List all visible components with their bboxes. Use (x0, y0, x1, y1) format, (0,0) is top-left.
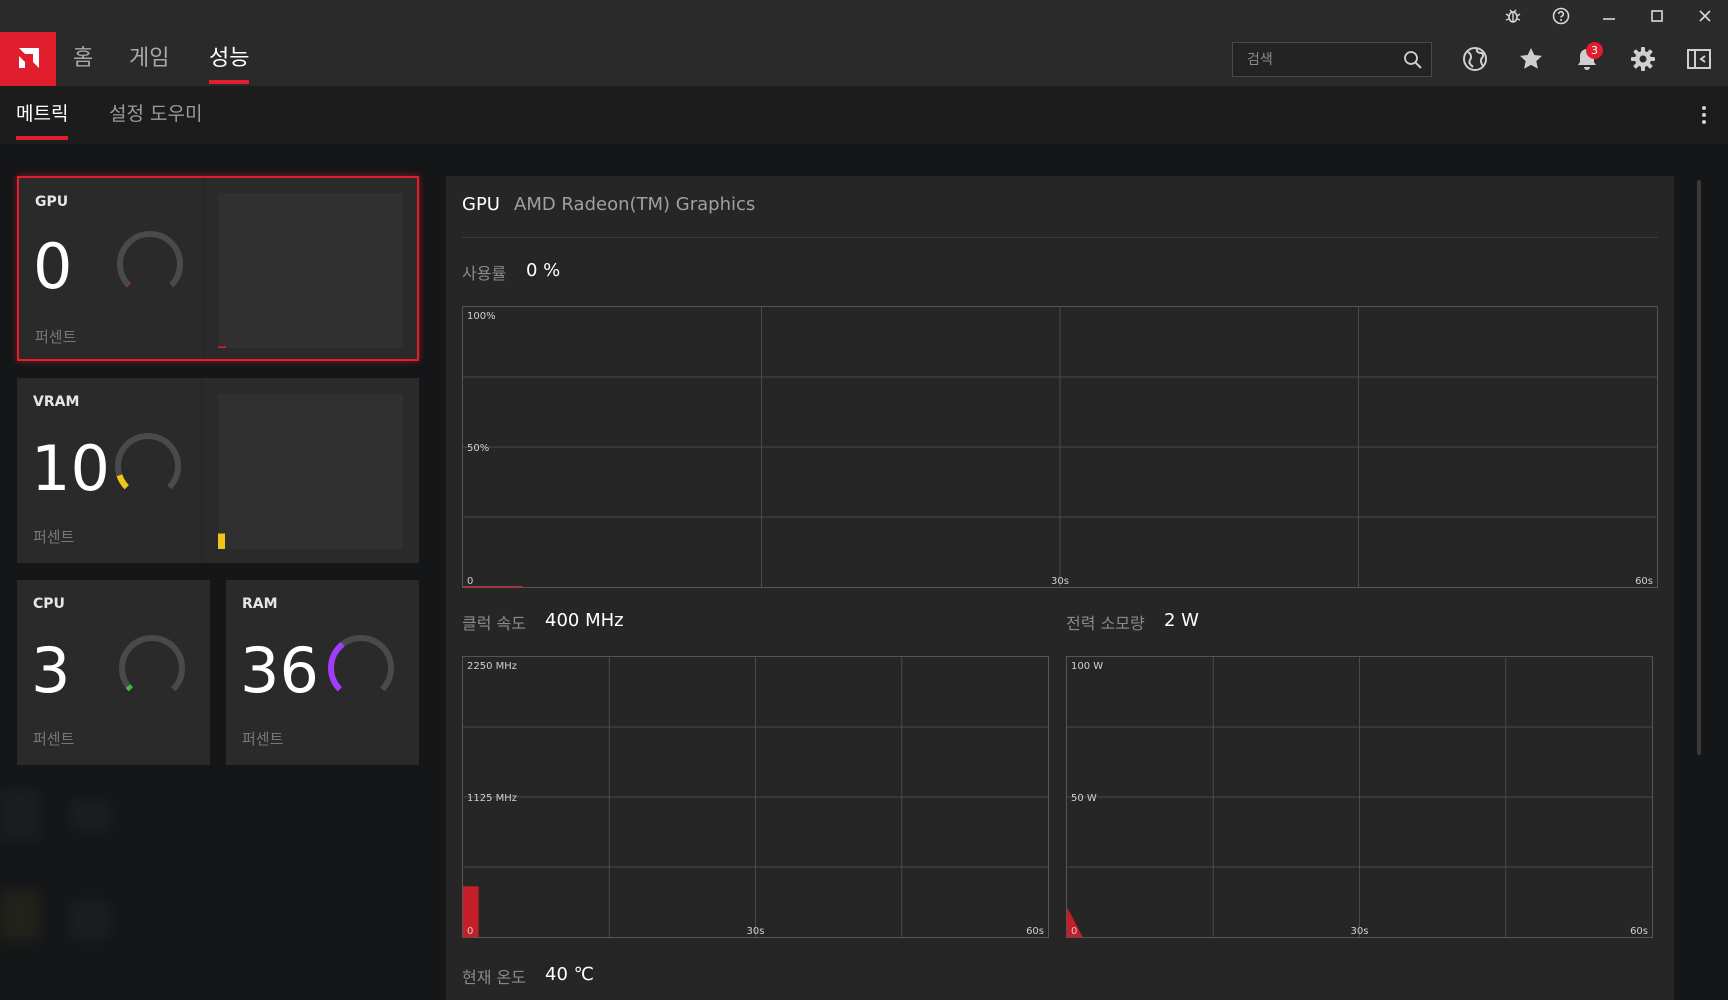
y-tick-label: 50 W (1071, 793, 1097, 804)
subtab-metrics[interactable]: 메트릭 (16, 86, 69, 144)
sidebar-panel-icon[interactable] (1681, 41, 1717, 77)
usage-value: 0 % (526, 260, 561, 281)
y-tick-label: 100 W (1071, 661, 1103, 672)
card-unit: 퍼센트 (33, 528, 75, 546)
clock-speed-chart: 2250 MHz 1125 MHz 0 30s 60s (462, 656, 1049, 938)
chart-svg: 100% 50% 0 30s 60s (463, 307, 1657, 587)
usage-gauge (115, 433, 181, 490)
gpu-detail-panel: GPU AMD Radeon(TM) Graphics 사용률 0 % 100%… (446, 176, 1674, 1000)
metric-card-ram[interactable]: RAM 36 퍼센트 (226, 580, 419, 765)
x-tick-label: 30s (747, 926, 765, 937)
maximize-icon[interactable] (1641, 4, 1673, 28)
gauge-track (117, 231, 183, 288)
card-label: CPU (33, 596, 65, 612)
clock-speed-label: 클럭 속도 (462, 614, 526, 633)
y-tick-label: 100% (467, 311, 496, 322)
settings-gear-icon[interactable] (1625, 41, 1661, 77)
search-icon[interactable] (1403, 50, 1423, 74)
gauge-track (119, 635, 185, 692)
bug-report-icon[interactable] (1497, 4, 1529, 28)
card-unit: 퍼센트 (242, 730, 284, 748)
panel-title: GPU (462, 194, 500, 215)
chart-svg: 100 W 50 W 0 30s 60s (1067, 657, 1652, 937)
mini-chart-svg (218, 346, 226, 348)
y-tick-label: 0 (467, 926, 473, 937)
card-label: GPU (35, 194, 69, 210)
temperature-value: 40 ℃ (545, 964, 594, 985)
clock-speed-value: 400 MHz (545, 610, 624, 631)
gpu-model-name: AMD Radeon(TM) Graphics (514, 194, 756, 215)
gauge-fill (125, 684, 133, 692)
card-value: 10 (31, 432, 110, 505)
power-consumption-value: 2 W (1164, 610, 1199, 631)
mini-chart-svg (218, 533, 225, 549)
card-label: RAM (242, 596, 278, 612)
background-decoration (0, 790, 40, 840)
background-decoration (70, 800, 110, 830)
card-divider (203, 178, 204, 359)
minimize-icon[interactable] (1593, 4, 1625, 28)
chart-svg: 2250 MHz 1125 MHz 0 30s 60s (463, 657, 1048, 937)
x-tick-label: 60s (1635, 576, 1653, 587)
panel-divider (462, 237, 1658, 238)
card-divider (201, 378, 202, 563)
card-label: VRAM (33, 394, 80, 410)
card-unit: 퍼센트 (35, 328, 77, 346)
nav-tab-home[interactable]: 홈 (73, 32, 93, 86)
mini-chart-bar (218, 533, 225, 549)
help-icon[interactable] (1545, 4, 1577, 28)
panel-scrollbar[interactable] (1697, 180, 1701, 755)
gauge-fill (116, 474, 130, 490)
power-consumption-label: 전력 소모량 (1066, 614, 1145, 633)
y-tick-label: 1125 MHz (467, 793, 517, 804)
power-consumption-chart: 100 W 50 W 0 30s 60s (1066, 656, 1653, 938)
metric-card-cpu[interactable]: CPU 3 퍼센트 (17, 580, 210, 765)
more-options-icon[interactable] (1700, 104, 1708, 126)
y-tick-label: 0 (1071, 926, 1077, 937)
y-tick-label: 2250 MHz (467, 661, 517, 672)
x-tick-label: 60s (1630, 926, 1648, 937)
card-value: 36 (240, 634, 319, 707)
favorites-star-icon[interactable] (1513, 41, 1549, 77)
nav-tab-performance[interactable]: 성능 (209, 32, 250, 86)
gauge-track (115, 433, 181, 490)
temperature-label: 현재 온도 (462, 968, 526, 987)
usage-gauge (117, 231, 183, 288)
nav-tab-games[interactable]: 게임 (129, 32, 169, 86)
subtab-settings-assistant[interactable]: 설정 도우미 (109, 86, 202, 144)
x-tick-label: 60s (1026, 926, 1044, 937)
close-icon[interactable] (1689, 4, 1721, 28)
x-tick-label: 30s (1351, 926, 1369, 937)
globe-icon[interactable] (1457, 41, 1493, 77)
x-tick-label: 30s (1051, 576, 1069, 587)
main-nav: 홈 게임 성능 3 (0, 32, 1728, 86)
usage-label: 사용률 (462, 264, 507, 283)
y-tick-label: 50% (467, 443, 489, 454)
title-bar (0, 0, 1728, 32)
notification-count-badge: 3 (1586, 42, 1603, 59)
metric-card-gpu[interactable]: GPU 0 퍼센트 (17, 176, 419, 361)
card-value: 0 (33, 230, 73, 303)
card-unit: 퍼센트 (33, 730, 75, 748)
usage-gauge (328, 635, 394, 692)
search-input[interactable] (1233, 43, 1393, 76)
y-tick-label: 0 (467, 576, 473, 587)
background-decoration (0, 890, 40, 940)
mini-chart-bar (218, 346, 226, 348)
mini-chart (218, 193, 403, 348)
usage-gauge (119, 635, 185, 692)
amd-logo-icon[interactable] (0, 32, 56, 86)
mini-chart (218, 394, 403, 549)
usage-chart: 100% 50% 0 30s 60s (462, 306, 1658, 588)
sub-nav: 메트릭 설정 도우미 (0, 86, 1728, 144)
card-value: 3 (31, 634, 71, 707)
search-box (1232, 42, 1432, 77)
notifications-bell-icon[interactable]: 3 (1569, 41, 1605, 77)
background-decoration (70, 900, 110, 940)
metric-card-vram[interactable]: VRAM 10 퍼센트 (17, 378, 419, 563)
gauge-fill (328, 641, 345, 692)
